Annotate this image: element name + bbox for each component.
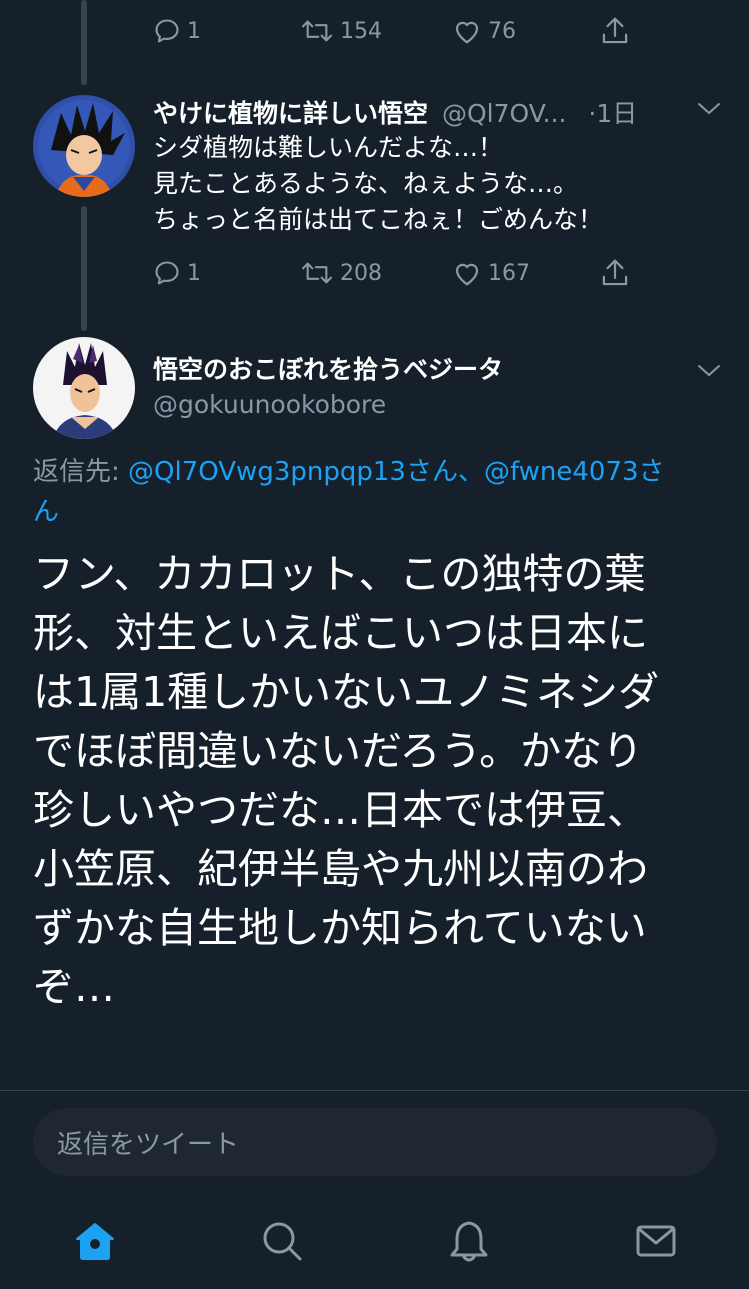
goku-handle[interactable]: @Ql7OV... — [442, 99, 567, 128]
main-tweet-line: ずかな自生地しか知られていない — [33, 904, 647, 952]
bottom-tab-bar — [0, 1195, 749, 1289]
reply-icon — [155, 19, 179, 43]
reply-mentions[interactable]: @Ql7OVwg3pnpqp13さん、@fwne4073さ — [128, 457, 665, 487]
replying-to-label: 返信先: — [33, 457, 129, 487]
reply-placeholder: 返信をツイート — [57, 1129, 240, 1160]
vegeta-display-name[interactable]: 悟空のおこぼれを拾うベジータ — [153, 355, 503, 384]
reply-button[interactable]: 1 — [153, 259, 201, 287]
like-count: 167 — [488, 260, 530, 286]
main-tweet-line: は1属1種しかいないユノミネシダ — [33, 668, 660, 716]
share-icon — [602, 17, 628, 44]
goku-display-name[interactable]: やけに植物に詳しい悟空 — [153, 99, 428, 128]
reply-count: 1 — [187, 260, 201, 286]
retweet-count: 154 — [340, 18, 382, 44]
tab-messages[interactable] — [634, 1219, 678, 1263]
reply-icon — [155, 261, 179, 285]
main-tweet-line: 形、対生といえばこいつは日本に — [33, 609, 648, 657]
vegeta-name-line: 悟空のおこぼれを拾うベジータ — [153, 350, 503, 386]
main-tweet-line: ぞ… — [33, 963, 115, 1011]
goku-tweet-line: ちょっと名前は出てこねぇ！ごめんな！ — [153, 205, 604, 234]
notifications-icon — [450, 1221, 488, 1262]
goku-avatar-image — [33, 95, 135, 197]
reply-mentions-continued[interactable]: ん — [33, 497, 59, 527]
heart-icon — [455, 263, 479, 286]
tab-search[interactable] — [260, 1219, 304, 1263]
like-button[interactable]: 167 — [452, 259, 530, 287]
share-icon — [602, 259, 628, 286]
reply-count: 1 — [187, 18, 201, 44]
home-icon — [76, 1223, 114, 1260]
reply-button[interactable]: 1 — [153, 17, 201, 45]
goku-tweet-line: シダ植物は難しいんだよな…！ — [153, 133, 504, 162]
retweet-button[interactable]: 154 — [300, 17, 382, 45]
like-button[interactable]: 76 — [452, 17, 516, 45]
tab-notifications[interactable] — [447, 1219, 491, 1263]
search-icon — [263, 1222, 302, 1261]
vegeta-handle[interactable]: @gokuunookobore — [153, 390, 386, 419]
divider — [0, 1090, 749, 1091]
replying-to: 返信先: @Ql7OVwg3pnpqp13さん、@fwne4073さ ん — [33, 452, 723, 532]
main-tweet-text: フン、カカロット、この独特の葉 形、対生といえばこいつは日本に は1属1種しかい… — [33, 545, 659, 1017]
reply-input[interactable]: 返信をツイート — [33, 1108, 717, 1176]
like-count: 76 — [488, 18, 516, 44]
goku-tweet-text: シダ植物は難しいんだよな…！ 見たことあるような、ねぇような…。 ちょっと名前は… — [153, 130, 603, 238]
goku-name-line: やけに植物に詳しい悟空 @Ql7OV... ·1日 — [153, 94, 637, 130]
vegeta-avatar[interactable] — [33, 337, 135, 439]
main-tweet-line: 小笠原、紀伊半島や九州以南のわ — [33, 845, 648, 893]
thread-line-middle — [81, 206, 87, 331]
vegeta-handle-line: @gokuunookobore — [153, 390, 386, 419]
goku-tweet-menu[interactable] — [696, 98, 722, 122]
goku-time: ·1日 — [588, 99, 638, 128]
retweet-button[interactable]: 208 — [300, 259, 382, 287]
vegeta-avatar-image — [33, 337, 135, 439]
retweet-icon — [301, 20, 333, 42]
goku-tweet-line: 見たことあるような、ねぇような…。 — [153, 169, 579, 198]
tab-home[interactable] — [73, 1219, 117, 1263]
share-button[interactable] — [600, 257, 630, 289]
heart-icon — [455, 21, 479, 44]
thread-line-top — [81, 0, 87, 85]
share-button[interactable] — [600, 15, 630, 47]
main-tweet-line: 珍しいやつだな…日本では伊豆、 — [33, 786, 648, 834]
main-tweet-line: フン、カカロット、この独特の葉 — [33, 550, 646, 598]
vegeta-tweet-menu[interactable] — [696, 360, 722, 384]
retweet-count: 208 — [340, 260, 382, 286]
messages-icon — [636, 1225, 676, 1257]
main-tweet-line: でほぼ間違いないだろう。かなり — [33, 727, 644, 775]
chevron-down-icon — [698, 365, 720, 377]
goku-avatar[interactable] — [33, 95, 135, 197]
chevron-down-icon — [698, 103, 720, 115]
retweet-icon — [301, 262, 333, 284]
